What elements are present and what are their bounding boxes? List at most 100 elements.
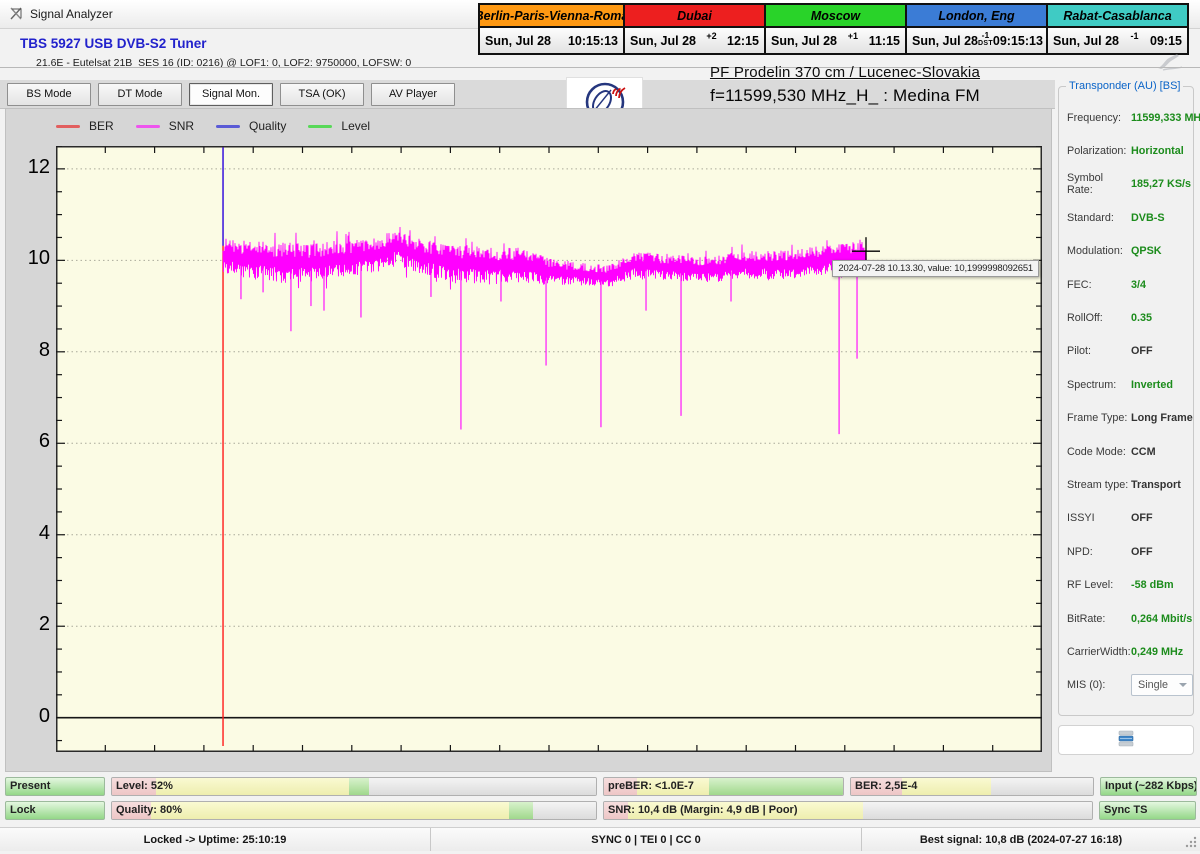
clock-moscow: Moscow Sun, Jul 28 +1 11:15 (764, 5, 905, 53)
transponder-field-stream-type: Stream type: Transport (1059, 468, 1193, 501)
clock-datetime: Sun, Jul 28 10:15:13 (480, 28, 623, 53)
transponder-field-rf-level: RF Level: -58 dBm (1059, 568, 1193, 601)
field-label: Standard: (1067, 211, 1114, 224)
transponder-field-modulation: Modulation: QPSK (1059, 235, 1193, 268)
legend-quality: Quality (216, 119, 286, 133)
field-value: OFF (1131, 345, 1153, 358)
tab-av-player[interactable]: AV Player (371, 82, 455, 106)
transponder-sidebar: Transponder (AU) [BS] Frequency: 11599,33… (1058, 80, 1200, 776)
transponder-field-standard: Standard: DVB-S (1059, 201, 1193, 234)
legend-ber: BER (56, 119, 114, 133)
meter-quality: Quality: 80% (111, 801, 597, 820)
field-value: 11599,333 MHz (1131, 111, 1200, 124)
transponder-field-spectrum: Spectrum: Inverted (1059, 368, 1193, 401)
tab-tsa-ok[interactable]: TSA (OK) (280, 82, 364, 106)
indicator-sync-ts: Sync TS (1099, 801, 1196, 820)
meter-label: Input (~282 Kbps) (1105, 780, 1197, 792)
transponder-fields: Frequency: 11599,333 MHz Polarization: Hori… (1059, 101, 1200, 702)
clock-date: Sun, Jul 28 (1053, 33, 1119, 48)
clock-city-label: London, Eng (907, 5, 1046, 28)
plot-background (56, 146, 1042, 752)
clock-time-value: 11:15 (868, 33, 900, 48)
clock-utc-offset: -1 (1130, 30, 1139, 41)
clock-city-label: Moscow (766, 5, 905, 28)
clock-london-eng: London, Eng Sun, Jul 28 -1 DST 09:15:13 (905, 5, 1046, 53)
meter-segment-empty (862, 802, 1092, 819)
field-label: Spectrum: (1067, 378, 1117, 391)
transponder-field-frequency: Frequency: 11599,333 MHz (1059, 101, 1200, 134)
field-value: 0,249 MHz (1131, 645, 1184, 658)
transponder-field-npd: NPD: OFF (1059, 535, 1193, 568)
field-label: Stream type: (1067, 478, 1129, 491)
clock-time-value: 09:15 (1150, 33, 1182, 48)
clock-time-value: 09:15:13 (992, 33, 1043, 48)
y-tick-label-0: 0 (38, 704, 50, 727)
legend-label: Level (341, 119, 371, 133)
field-value: -58 dBm (1131, 579, 1174, 592)
signal-plot[interactable] (56, 145, 1042, 752)
legend-swatch-snr (135, 124, 160, 128)
tab-dt-mode[interactable]: DT Mode (98, 82, 182, 106)
clock-city-label: Dubai (625, 5, 764, 28)
plot-canvas (56, 145, 1042, 752)
field-value: 0.35 (1131, 312, 1153, 325)
legend-swatch-level (308, 124, 333, 128)
signal-analyzer-window: { "window": { "title": "Signal Analyzer"… (0, 0, 1200, 851)
clock-datetime: Sun, Jul 28 +1 11:15 (766, 28, 905, 53)
clock-utc-offset: +1 (847, 30, 858, 41)
indicator-present: Present (5, 777, 105, 796)
indicator-input-282-kbps: Input (~282 Kbps) (1100, 777, 1197, 796)
field-value: Long Frame (1131, 412, 1193, 425)
y-tick-label-8: 8 (38, 338, 50, 361)
clock-date: Sun, Jul 28 (630, 33, 696, 48)
signal-chart-panel: BER SNR Quality Level 0 2 4 6 8 10 12 2024-07-28 … (5, 108, 1052, 772)
clock-city-label: Rabat-Casablanca (1048, 5, 1187, 28)
world-clocks: Berlin-Paris-Vienna-Roma Sun, Jul 28 10:15… (478, 3, 1189, 55)
transponder-field-polarization: Polarization: Horizontal (1059, 134, 1193, 167)
meter-label: Sync TS (1104, 804, 1148, 816)
field-label: NPD: (1067, 545, 1093, 558)
mis-dropdown[interactable]: Single (1131, 674, 1193, 697)
field-label: Code Mode: (1067, 445, 1126, 458)
meter-preber: preBER: <1.0E-7 (603, 777, 844, 796)
resize-grip[interactable] (1184, 835, 1198, 851)
chevron-down-icon (1179, 683, 1187, 688)
legend-swatch-ber (56, 124, 80, 128)
stream-list-button[interactable] (1058, 725, 1194, 755)
tab-bs-mode[interactable]: BS Mode (7, 82, 91, 106)
transponder-field-carrierwidth: CarrierWidth: 0,249 MHz (1059, 635, 1193, 668)
frequency-channel-title: f=11599,530 MHz_H_ : Medina FM (710, 86, 980, 105)
field-label: Frame Type: (1067, 412, 1128, 425)
transponder-field-code-mode: Code Mode: CCM (1059, 435, 1193, 468)
field-value: 185,27 KS/s (1131, 178, 1192, 191)
legend-label: Quality (249, 119, 287, 133)
cursor-tooltip: 2024-07-28 10.13.30, value: 10,199999809… (832, 260, 1039, 278)
clock-dubai: Dubai Sun, Jul 28 +2 12:15 (623, 5, 764, 53)
field-value: OFF (1131, 512, 1153, 525)
field-value: QPSK (1131, 245, 1162, 258)
field-value: OFF (1131, 545, 1153, 558)
meter-segment-green (508, 802, 534, 819)
legend-swatch-quality (216, 124, 241, 128)
legend-label: BER (89, 119, 114, 133)
field-value: Inverted (1131, 378, 1174, 391)
clock-datetime: Sun, Jul 28 -1 DST 09:15:13 (907, 28, 1046, 53)
transponder-field-bitrate: BitRate: 0,264 Mbit/s (1059, 602, 1193, 635)
clock-date: Sun, Jul 28 (485, 33, 551, 48)
clock-time-value: 10:15:13 (567, 33, 618, 48)
field-label: Modulation: (1067, 245, 1123, 258)
statusbar: Locked -> Uptime: 25:10:19 SYNC 0 | TEI … (0, 827, 1200, 851)
meter-label: BER: 2,5E-4 (855, 780, 918, 792)
status-meter-row-1: Present Level: 52% preBER: <1.0E-7 BER: 2,5… (5, 777, 1200, 798)
field-label: CarrierWidth: (1067, 645, 1131, 658)
field-value: Transport (1131, 478, 1181, 491)
y-tick-label-6: 6 (38, 430, 50, 453)
meter-segment-yellow (155, 778, 350, 795)
indicator-lock: Lock (5, 801, 105, 820)
field-label: Frequency: (1067, 111, 1122, 124)
tuner-name-link[interactable]: TBS 5927 USB DVB-S2 Tuner (20, 36, 207, 51)
meter-segment-empty (533, 802, 596, 819)
clock-date: Sun, Jul 28 (771, 33, 837, 48)
tab-signal-mon[interactable]: Signal Mon. (189, 82, 273, 106)
field-label: Polarization: (1067, 145, 1127, 158)
